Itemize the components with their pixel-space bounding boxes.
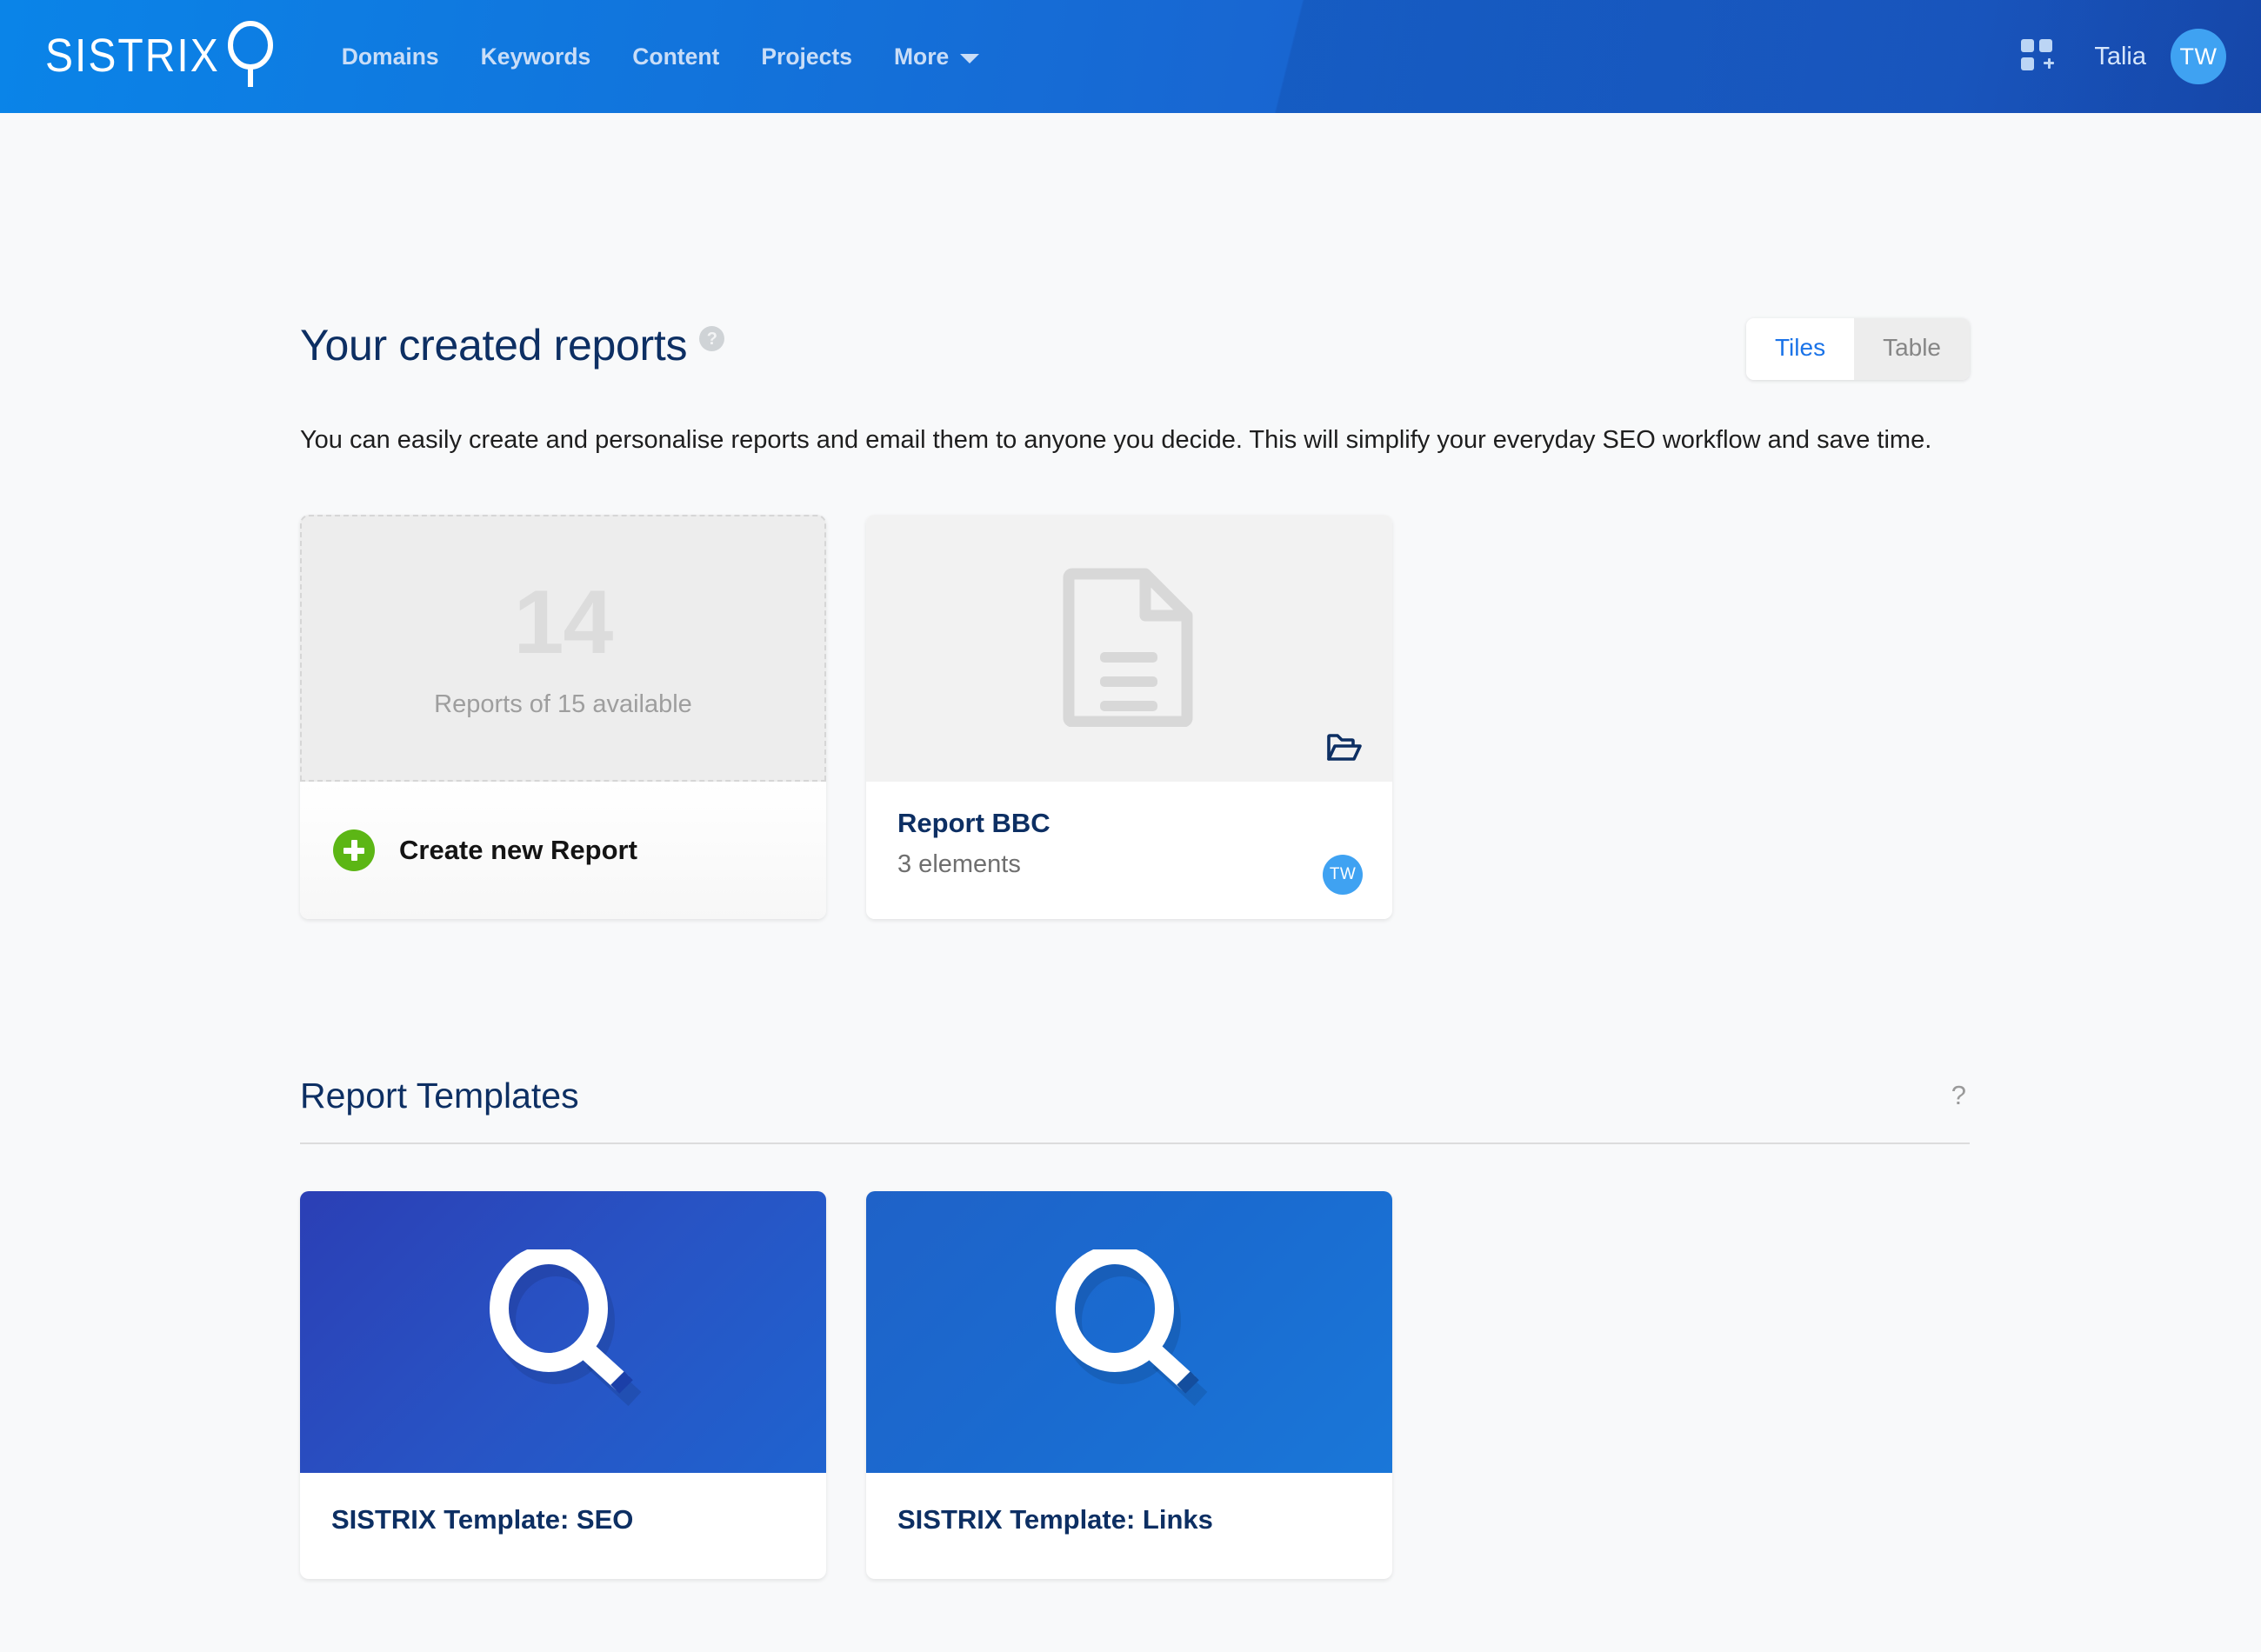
reports-section-header: Your created reports ? Tiles Table	[300, 113, 1970, 380]
nav-item-domains[interactable]: Domains	[321, 43, 460, 70]
nav-item-keywords[interactable]: Keywords	[460, 43, 612, 70]
magnifier-icon	[225, 20, 279, 93]
template-card-footer: SISTRIX Template: SEO	[300, 1473, 826, 1579]
create-new-report-button[interactable]: Create new Report	[300, 781, 826, 919]
page-body: Your created reports ? Tiles Table You c…	[0, 113, 2261, 1579]
report-element-count: 3 elements	[897, 849, 1021, 878]
report-quota-text: Reports of 15 available	[434, 689, 692, 718]
template-card-seo[interactable]: SISTRIX Template: SEO	[300, 1190, 826, 1579]
grid-plus-icon[interactable]	[2021, 39, 2058, 74]
templates-section-header: Report Templates ?	[300, 1076, 1970, 1116]
open-folder-icon[interactable]	[1326, 733, 1363, 766]
template-card-footer: SISTRIX Template: Links	[866, 1473, 1392, 1579]
templates-title: Report Templates	[300, 1075, 579, 1116]
report-owner-avatar[interactable]: TW	[1323, 854, 1363, 895]
create-new-report-tile[interactable]: 14 Reports of 15 available Create new Re…	[300, 514, 826, 919]
template-card-links[interactable]: SISTRIX Template: Links	[866, 1190, 1392, 1579]
question-mark-icon[interactable]: ?	[1951, 1080, 1970, 1111]
avatar[interactable]: TW	[2171, 29, 2226, 84]
content-container: Your created reports ? Tiles Table You c…	[300, 113, 1970, 1579]
report-quota-thumb: 14 Reports of 15 available	[300, 514, 826, 782]
nav-right-group: Talia TW	[2021, 29, 2226, 84]
template-name[interactable]: SISTRIX Template: SEO	[331, 1504, 795, 1535]
user-name-label[interactable]: Talia	[2094, 43, 2146, 71]
chevron-down-icon	[960, 53, 980, 63]
reports-tile-grid: 14 Reports of 15 available Create new Re…	[300, 514, 1970, 919]
top-navigation-bar: SISTRIX Domains Keywords Content Project…	[0, 0, 2261, 113]
main-nav-links: Domains Keywords Content Projects More	[321, 43, 1001, 70]
view-toggle: Tiles Table	[1745, 318, 1970, 380]
report-thumb	[866, 514, 1392, 782]
template-name[interactable]: SISTRIX Template: Links	[897, 1504, 1361, 1535]
report-tile-footer: Report BBC 3 elements TW	[866, 781, 1392, 919]
nav-item-content[interactable]: Content	[611, 43, 740, 70]
nav-item-more[interactable]: More	[873, 43, 1000, 70]
document-icon	[1060, 565, 1199, 731]
magnifier-icon	[485, 1245, 642, 1414]
section-divider	[300, 1142, 1970, 1144]
page-title-text: Your created reports	[300, 321, 688, 370]
template-banner	[866, 1190, 1392, 1473]
page-title: Your created reports ?	[300, 321, 725, 370]
view-toggle-tiles[interactable]: Tiles	[1745, 318, 1855, 380]
view-toggle-table[interactable]: Table	[1854, 318, 1970, 380]
report-tile[interactable]: Report BBC 3 elements TW	[866, 514, 1392, 919]
templates-grid: SISTRIX Template: SEO SISTRIX Template: …	[300, 1190, 1970, 1579]
create-new-report-label: Create new Report	[399, 834, 637, 865]
report-count: 14	[513, 571, 614, 673]
plus-circle-icon	[333, 829, 375, 871]
magnifier-icon	[1051, 1245, 1208, 1414]
sistrix-logo[interactable]: SISTRIX	[45, 20, 279, 93]
reports-intro-text: You can easily create and personalise re…	[300, 426, 1932, 454]
nav-item-projects[interactable]: Projects	[740, 43, 873, 70]
template-banner	[300, 1190, 826, 1473]
question-mark-circle-icon[interactable]: ?	[699, 326, 725, 351]
report-name[interactable]: Report BBC	[897, 808, 1361, 839]
logo-wordmark: SISTRIX	[45, 30, 220, 83]
nav-item-more-label: More	[893, 43, 950, 70]
